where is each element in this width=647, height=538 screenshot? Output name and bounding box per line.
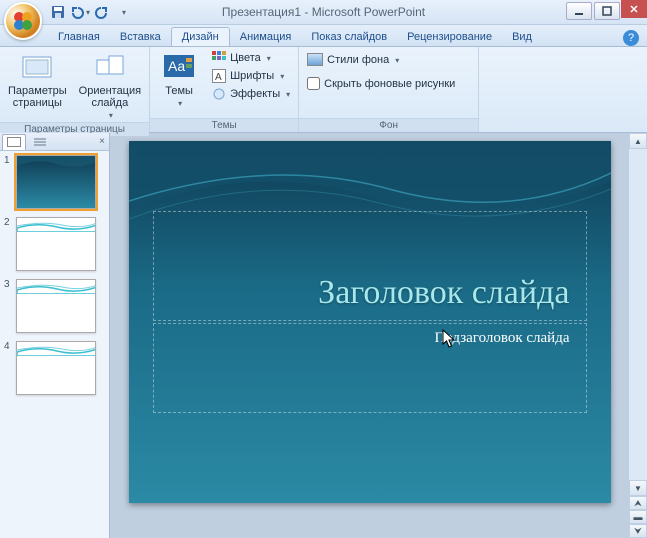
thumb-number: 1 bbox=[4, 155, 12, 166]
title-bar: ▾ Презентация1 - Microsoft PowerPoint bbox=[0, 0, 647, 25]
window-title: Презентация1 - Microsoft PowerPoint bbox=[222, 5, 425, 19]
slide-nav-buttons: ⮝ ▬ ⮟ bbox=[629, 496, 647, 538]
slide-title-text[interactable]: Заголовок слайда bbox=[318, 274, 569, 312]
fonts-icon: A bbox=[212, 69, 226, 83]
save-button[interactable] bbox=[48, 2, 68, 22]
scroll-down-button[interactable]: ▼ bbox=[629, 480, 647, 496]
thumb-row-4: 4 bbox=[0, 337, 109, 399]
themes-button[interactable]: Aa Темы bbox=[154, 49, 204, 110]
minimize-icon bbox=[574, 6, 584, 16]
tab-design[interactable]: Дизайн bbox=[171, 27, 230, 46]
office-logo-icon bbox=[11, 9, 35, 33]
group-themes: Aa Темы Цвета AШрифты Эффекты Темы bbox=[150, 47, 299, 132]
tab-animation[interactable]: Анимация bbox=[230, 28, 302, 46]
pane-close-button[interactable]: × bbox=[99, 136, 105, 147]
thumb-number: 4 bbox=[4, 341, 12, 352]
thumb-row-1: 1 bbox=[0, 151, 109, 213]
quick-access-toolbar: ▾ bbox=[48, 2, 134, 22]
help-icon: ? bbox=[628, 32, 634, 44]
hide-bg-checkbox[interactable]: Скрыть фоновые рисунки bbox=[303, 75, 459, 92]
vertical-scrollbar[interactable]: ▲ ▼ ⮝ ▬ ⮟ bbox=[629, 133, 647, 538]
outline-tab-icon bbox=[33, 137, 47, 147]
group-page-setup: Параметры страницы Ориентация слайда Пар… bbox=[0, 47, 150, 132]
redo-button[interactable] bbox=[92, 2, 112, 22]
slide-thumbnail-3[interactable] bbox=[16, 279, 96, 333]
colors-button[interactable]: Цвета bbox=[208, 49, 294, 67]
scroll-up-button[interactable]: ▲ bbox=[629, 133, 647, 149]
bg-styles-button[interactable]: Стили фона bbox=[303, 51, 459, 69]
title-placeholder[interactable]: Заголовок слайда bbox=[153, 211, 587, 321]
slide-thumbnail-1[interactable] bbox=[16, 155, 96, 209]
page-params-icon bbox=[22, 54, 52, 80]
close-button[interactable] bbox=[621, 0, 647, 18]
slide-canvas[interactable]: Заголовок слайда Подзаголовок слайда bbox=[129, 141, 611, 503]
thumb-row-2: 2 bbox=[0, 213, 109, 275]
slides-tab-icon bbox=[7, 137, 21, 147]
orientation-button[interactable]: Ориентация слайда bbox=[75, 49, 145, 122]
effects-icon bbox=[212, 87, 226, 101]
hide-bg-input[interactable] bbox=[307, 77, 320, 90]
page-params-button[interactable]: Параметры страницы bbox=[4, 49, 71, 111]
fonts-button[interactable]: AШрифты bbox=[208, 67, 294, 85]
double-chevron-down-icon: ⮟ bbox=[634, 526, 642, 537]
scroll-track[interactable] bbox=[629, 149, 647, 480]
thumb-number: 3 bbox=[4, 279, 12, 290]
thumb-number: 2 bbox=[4, 217, 12, 228]
chevron-up-icon: ▲ bbox=[634, 137, 642, 146]
close-icon bbox=[629, 4, 639, 14]
pane-header: × bbox=[0, 133, 109, 151]
ribbon-tabs: Главная Вставка Дизайн Анимация Показ сл… bbox=[0, 25, 647, 47]
tab-review[interactable]: Рецензирование bbox=[397, 28, 502, 46]
group-label-themes: Темы bbox=[150, 118, 298, 132]
wave-decoration bbox=[17, 218, 96, 232]
orientation-icon bbox=[95, 54, 125, 80]
pane-tab-outline[interactable] bbox=[28, 134, 52, 150]
undo-button[interactable] bbox=[70, 2, 90, 22]
effects-button[interactable]: Эффекты bbox=[208, 85, 294, 103]
help-button[interactable]: ? bbox=[623, 30, 639, 46]
group-label-background: Фон bbox=[299, 118, 478, 132]
office-button[interactable] bbox=[4, 2, 42, 40]
tab-slideshow[interactable]: Показ слайдов bbox=[301, 28, 397, 46]
prev-slide-button[interactable]: ⮝ bbox=[629, 496, 647, 510]
wave-decoration bbox=[17, 342, 96, 356]
tab-insert[interactable]: Вставка bbox=[110, 28, 171, 46]
nav-menu-icon: ▬ bbox=[634, 512, 643, 522]
wave-decoration bbox=[17, 156, 96, 170]
slide-nav-menu-button[interactable]: ▬ bbox=[629, 510, 647, 524]
redo-icon bbox=[95, 5, 109, 19]
chevron-down-icon: ▼ bbox=[634, 484, 642, 493]
ribbon: Параметры страницы Ориентация слайда Пар… bbox=[0, 47, 647, 133]
workspace: × 1 2 3 4 Заголовок слайда bbox=[0, 133, 647, 538]
qat-customize-button[interactable]: ▾ bbox=[114, 2, 134, 22]
maximize-icon bbox=[602, 6, 612, 16]
bg-styles-icon bbox=[307, 53, 323, 67]
slide-thumbnail-2[interactable] bbox=[16, 217, 96, 271]
next-slide-button[interactable]: ⮟ bbox=[629, 524, 647, 538]
wave-decoration bbox=[17, 280, 96, 294]
double-chevron-up-icon: ⮝ bbox=[634, 498, 642, 509]
themes-icon: Aa bbox=[163, 53, 195, 81]
group-background: Стили фона Скрыть фоновые рисунки Фон bbox=[299, 47, 479, 132]
tab-view[interactable]: Вид bbox=[502, 28, 542, 46]
undo-icon bbox=[70, 5, 84, 19]
minimize-button[interactable] bbox=[566, 2, 592, 20]
colors-icon bbox=[212, 51, 226, 65]
slide-subtitle-text[interactable]: Подзаголовок слайда bbox=[435, 330, 570, 406]
tab-home[interactable]: Главная bbox=[48, 28, 110, 46]
slide-thumbnail-4[interactable] bbox=[16, 341, 96, 395]
svg-text:Aa: Aa bbox=[168, 58, 185, 74]
svg-text:A: A bbox=[215, 72, 222, 83]
subtitle-placeholder[interactable]: Подзаголовок слайда bbox=[153, 323, 587, 413]
maximize-button[interactable] bbox=[594, 2, 620, 20]
save-icon bbox=[51, 5, 65, 19]
slide-editor[interactable]: Заголовок слайда Подзаголовок слайда bbox=[110, 133, 629, 538]
window-controls bbox=[565, 0, 647, 22]
pane-tab-slides[interactable] bbox=[2, 134, 26, 150]
thumb-row-3: 3 bbox=[0, 275, 109, 337]
thumbnails-pane: × 1 2 3 4 bbox=[0, 133, 110, 538]
